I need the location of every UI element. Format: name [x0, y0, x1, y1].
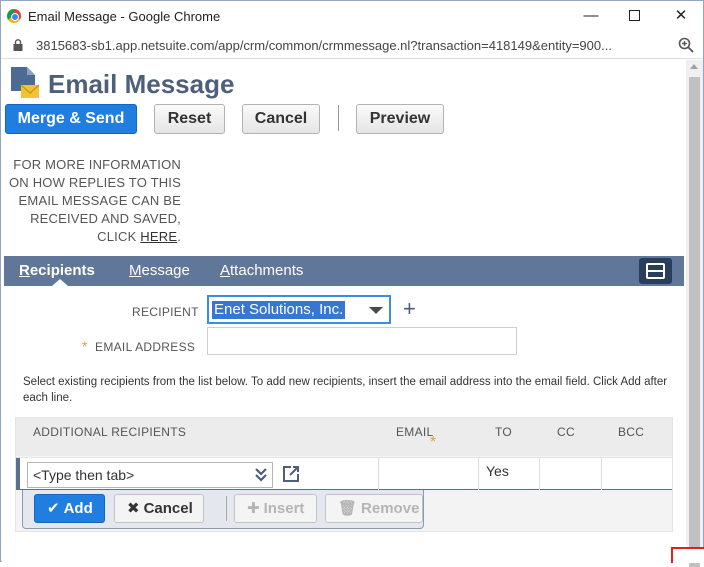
info-click-text: CLICK: [97, 229, 141, 244]
additional-recipient-select[interactable]: <Type then tab>: [27, 462, 273, 488]
maximize-icon: [628, 10, 640, 21]
minimize-button[interactable]: —: [571, 4, 611, 28]
grid-header: ADDITIONAL RECIPIENTS EMAIL * TO CC BCC: [16, 418, 672, 456]
tab-label: essage: [141, 262, 190, 279]
tab-menu-button[interactable]: [639, 258, 672, 284]
insert-line-label: Insert: [263, 500, 305, 517]
preview-button[interactable]: Preview: [356, 104, 444, 134]
cell-divider: [601, 458, 602, 490]
window-title: Email Message - Google Chrome: [28, 9, 221, 24]
column-header-cc: CC: [557, 425, 575, 439]
resize-corner: [671, 547, 704, 563]
cancel-button[interactable]: Cancel: [242, 104, 320, 134]
vertical-scrollbar[interactable]: [686, 60, 703, 567]
email-address-label-text: EMAIL ADDRESS: [95, 340, 196, 354]
email-address-field[interactable]: [207, 327, 517, 355]
check-icon: ✔: [47, 500, 60, 517]
info-line: FOR MORE INFORMATION: [13, 157, 181, 172]
tab-label: ecipients: [29, 262, 95, 279]
required-star-icon: *: [82, 338, 88, 354]
subtab-bar: Recipients Message Attachments: [4, 256, 684, 286]
recipient-label: RECIPIENT: [132, 305, 199, 319]
scroll-up-arrow-icon[interactable]: [690, 64, 698, 69]
cancel-line-button[interactable]: ✖ Cancel: [114, 494, 204, 523]
recipient-select[interactable]: Enet Solutions, Inc.: [207, 295, 391, 324]
zoom-icon[interactable]: [678, 37, 694, 53]
add-line-button[interactable]: ✔ Add: [34, 494, 105, 523]
reset-button[interactable]: Reset: [154, 104, 225, 134]
email-page-icon: [11, 67, 39, 98]
table-row[interactable]: <Type then tab> Yes: [16, 457, 672, 490]
maximize-button[interactable]: [614, 4, 654, 28]
column-header-bcc: BCC: [618, 425, 645, 439]
chevron-down-icon: [369, 307, 383, 314]
cell-divider: [478, 458, 479, 490]
close-window-button[interactable]: ✕: [661, 4, 701, 28]
title-bar: Email Message - Google Chrome — ✕: [1, 1, 703, 32]
row-marker: [16, 458, 20, 490]
page-title: Email Message: [48, 69, 235, 99]
insert-line-button[interactable]: ✚ Insert: [234, 494, 317, 523]
info-period: .: [177, 229, 181, 244]
column-header-email: EMAIL: [396, 425, 434, 439]
reply-info-text: FOR MORE INFORMATION ON HOW REPLIES TO T…: [5, 156, 181, 246]
page-content: Email Message Merge & Send Reset Cancel …: [2, 60, 686, 562]
plus-icon[interactable]: +: [403, 298, 416, 320]
grid-button-divider: [226, 496, 227, 521]
tab-accesskey: M: [129, 262, 142, 279]
double-chevron-icon[interactable]: [254, 467, 268, 483]
required-star-icon: *: [430, 434, 437, 451]
trash-icon: 🗑: [338, 500, 358, 517]
tab-message[interactable]: Message: [129, 262, 190, 279]
tab-attachments[interactable]: Attachments: [220, 262, 303, 279]
merge-send-button[interactable]: Merge & Send: [5, 104, 137, 134]
tab-accesskey: R: [19, 262, 30, 279]
remove-line-button[interactable]: 🗑 Remove: [325, 494, 423, 523]
hamburger-menu-icon: [646, 263, 665, 279]
chrome-logo-icon: [7, 9, 21, 23]
address-bar: 3815683-sb1.app.netsuite.com/app/crm/com…: [1, 32, 703, 59]
info-line: CLICK HERE.: [5, 228, 181, 246]
tab-label: ttachments: [230, 262, 304, 279]
cancel-line-label: Cancel: [143, 500, 193, 517]
external-link-icon[interactable]: [282, 465, 300, 483]
recipient-select-value: Enet Solutions, Inc.: [212, 301, 346, 319]
info-line: EMAIL MESSAGE CAN BE: [18, 193, 181, 208]
info-line: RECEIVED AND SAVED,: [30, 211, 181, 226]
column-header-to: TO: [495, 425, 513, 439]
tab-recipients[interactable]: Recipients: [19, 262, 95, 279]
grid-button-bar: ✔ Add ✖ Cancel ✚ Insert 🗑 Remove: [22, 490, 424, 529]
cell-divider: [378, 458, 379, 490]
additional-recipient-placeholder: <Type then tab>: [33, 467, 135, 483]
info-line: ON HOW REPLIES TO THIS: [9, 175, 181, 190]
cell-divider: [539, 458, 540, 490]
active-tab-pointer: [52, 279, 68, 286]
to-cell-value[interactable]: Yes: [486, 463, 509, 479]
toolbar-divider: [338, 105, 339, 131]
remove-line-label: Remove: [361, 500, 420, 517]
browser-window: Email Message - Google Chrome — ✕ 381568…: [0, 0, 704, 567]
help-text: Select existing recipients from the list…: [23, 376, 668, 404]
plus-icon: ✚: [247, 500, 260, 517]
scroll-thumb[interactable]: [689, 77, 700, 567]
url-text[interactable]: 3815683-sb1.app.netsuite.com/app/crm/com…: [36, 38, 612, 53]
add-line-label: Add: [63, 500, 93, 517]
lock-icon: [13, 39, 23, 51]
email-address-label: * EMAIL ADDRESS: [82, 338, 195, 354]
column-header-additional: ADDITIONAL RECIPIENTS: [33, 425, 187, 439]
tab-accesskey: A: [220, 262, 231, 279]
x-icon: ✖: [127, 500, 140, 517]
here-link[interactable]: HERE: [140, 229, 177, 244]
recipients-grid: ADDITIONAL RECIPIENTS EMAIL * TO CC BCC …: [15, 417, 673, 532]
